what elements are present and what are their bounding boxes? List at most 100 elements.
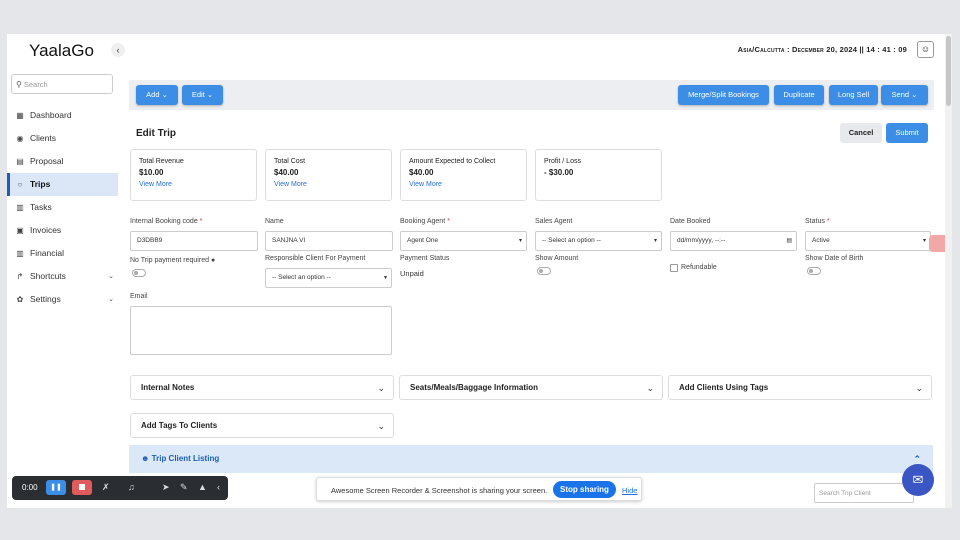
refundable-checkbox[interactable] <box>670 264 678 272</box>
screen-share-bar: Awesome Screen Recorder & Screenshot is … <box>316 477 642 501</box>
date-booked-label: Date Booked <box>670 218 711 225</box>
seats-meals-accordion[interactable]: Seats/Meals/Baggage Information ⌄ <box>399 375 663 400</box>
payment-status-value: Unpaid <box>400 269 424 278</box>
pause-button[interactable]: ❚❚ <box>46 480 66 495</box>
chat-icon[interactable]: ✉ <box>902 464 934 496</box>
amount-expected-card: Amount Expected to Collect $40.00 View M… <box>400 149 527 201</box>
sidebar-item-trips[interactable]: ○ Trips <box>7 173 118 196</box>
submit-button[interactable]: Submit <box>886 123 928 143</box>
card-label: Total Revenue <box>139 158 184 165</box>
clients-icon: ◉ <box>16 134 24 143</box>
view-more-link[interactable]: View More <box>139 181 248 188</box>
internal-notes-accordion[interactable]: Internal Notes ⌄ <box>130 375 394 400</box>
proposal-icon: ▤ <box>16 157 24 166</box>
sidebar-item-label: Clients <box>30 133 56 143</box>
show-dob-toggle[interactable] <box>807 267 821 275</box>
tasks-icon: ▥ <box>16 203 24 212</box>
view-more-link[interactable]: View More <box>274 181 383 188</box>
eraser-icon[interactable]: ▲ <box>198 482 207 492</box>
sidebar-search-input[interactable]: ⚲ Search <box>11 74 113 94</box>
add-tags-accordion[interactable]: Add Tags To Clients ⌄ <box>130 413 394 438</box>
dropdown-arrow-icon: ▾ <box>653 238 657 244</box>
feedback-side-tab[interactable] <box>929 235 945 252</box>
total-revenue-card: Total Revenue $10.00 View More <box>130 149 257 201</box>
chevron-down-icon: ⌄ <box>108 273 114 280</box>
camera-off-icon[interactable]: ✗ <box>102 482 110 493</box>
user-icon[interactable]: ☺ <box>917 41 934 58</box>
add-clients-tags-accordion[interactable]: Add Clients Using Tags ⌄ <box>668 375 932 400</box>
trip-client-listing-header[interactable]: ☻ Trip Client Listing ⌃ <box>129 445 933 473</box>
sidebar-item-settings[interactable]: ✿ Settings ⌄ <box>7 288 118 311</box>
sidebar-item-label: Tasks <box>30 202 52 212</box>
sidebar-nav: ▦ Dashboard ◉ Clients ▤ Proposal ○ Trips ▥ Ta… <box>7 104 118 311</box>
scrollbar-thumb[interactable] <box>946 36 951 106</box>
name-input[interactable]: SANJNA VI <box>265 231 393 251</box>
pen-icon[interactable]: ✎ <box>180 482 188 493</box>
long-sell-button[interactable]: Long Sell <box>829 85 878 105</box>
booking-code-label: Internal Booking code * <box>130 218 203 225</box>
show-dob-label: Show Date of Birth <box>805 255 864 262</box>
invoices-icon: ▣ <box>16 226 24 235</box>
shortcuts-icon: ↱ <box>16 272 24 281</box>
show-amount-toggle[interactable] <box>537 267 551 275</box>
responsible-client-label: Responsible Client For Payment <box>265 255 366 262</box>
chevron-down-icon: ⌄ <box>915 383 923 393</box>
sidebar-item-invoices[interactable]: ▣ Invoices <box>7 219 118 242</box>
stop-button[interactable] <box>72 480 92 495</box>
card-value: $40.00 <box>409 168 434 177</box>
edit-button[interactable]: Edit ⌄ <box>182 85 223 105</box>
sidebar-item-shortcuts[interactable]: ↱ Shortcuts ⌄ <box>7 265 118 288</box>
view-more-link[interactable]: View More <box>409 181 518 188</box>
calendar-icon: ▤ <box>786 238 792 244</box>
dropdown-arrow-icon: ▾ <box>922 238 926 244</box>
share-message: Awesome Screen Recorder & Screenshot is … <box>331 486 548 495</box>
dropdown-arrow-icon: ▾ <box>518 238 522 244</box>
sidebar: ⚲ Search ▦ Dashboard ◉ Clients ▤ Proposal ○ T… <box>7 66 125 508</box>
card-label: Profit / Loss <box>544 158 581 165</box>
sales-agent-label: Sales Agent <box>535 218 573 225</box>
sidebar-item-tasks[interactable]: ▥ Tasks <box>7 196 118 219</box>
mic-off-icon[interactable]: ♫ <box>128 482 135 492</box>
no-trip-payment-label: No Trip payment required ● <box>130 257 216 264</box>
booking-agent-select[interactable]: Agent One ▾ <box>400 231 527 251</box>
chevron-down-icon: ⌄ <box>108 296 114 303</box>
responsible-client-select[interactable]: -- Select an option -- ▾ <box>265 268 392 288</box>
sidebar-item-proposal[interactable]: ▤ Proposal <box>7 150 118 173</box>
add-button[interactable]: Add ⌄ <box>136 85 178 105</box>
page-scrollbar[interactable] <box>945 34 952 508</box>
merge-split-button[interactable]: Merge/Split Bookings <box>678 85 769 105</box>
sidebar-item-financial[interactable]: ▥ Financial <box>7 242 118 265</box>
sales-agent-select[interactable]: -- Select an option -- ▾ <box>535 231 662 251</box>
booking-code-input[interactable]: D3DBB9 <box>130 231 258 251</box>
collapse-sidebar-icon[interactable]: ‹ <box>111 43 125 57</box>
payment-status-label: Payment Status <box>400 255 450 262</box>
no-trip-payment-toggle[interactable] <box>132 269 146 277</box>
timezone-clock: Asia/Calcutta : December 20, 2024 || 14 … <box>737 45 907 54</box>
hide-link[interactable]: Hide <box>622 486 637 495</box>
recorder-timer: 0:00 <box>22 483 38 492</box>
total-cost-card: Total Cost $40.00 View More <box>265 149 392 201</box>
info-icon: ● <box>210 257 216 264</box>
search-trip-client-input[interactable]: Search Trip Client <box>814 483 914 503</box>
cancel-button[interactable]: Cancel <box>840 123 882 143</box>
stop-sharing-button[interactable]: Stop sharing <box>553 481 616 498</box>
sidebar-item-label: Dashboard <box>30 110 72 120</box>
sidebar-item-dashboard[interactable]: ▦ Dashboard <box>7 104 118 127</box>
chevron-down-icon: ⌄ <box>646 383 654 393</box>
card-value: $40.00 <box>274 168 299 177</box>
top-bar: YaalaGo ‹ Asia/Calcutta : December 20, 2… <box>7 34 952 66</box>
sidebar-item-clients[interactable]: ◉ Clients <box>7 127 118 150</box>
app-logo[interactable]: YaalaGo <box>29 41 94 61</box>
collapse-icon[interactable]: ‹ <box>217 482 220 492</box>
duplicate-button[interactable]: Duplicate <box>774 85 824 105</box>
recorder-toolbar: 0:00 ❚❚ ✗ ♫ ➤ ✎ ▲ ‹ <box>12 476 228 500</box>
chevron-down-icon: ⌄ <box>377 383 385 393</box>
date-booked-input[interactable]: dd/mm/yyyy, --:-- ▤ <box>670 231 797 251</box>
cursor-icon[interactable]: ➤ <box>162 482 170 493</box>
page-title: Edit Trip <box>136 128 176 139</box>
email-textarea[interactable] <box>130 306 392 355</box>
send-button[interactable]: Send ⌄ <box>881 85 928 105</box>
users-icon: ☻ <box>141 454 150 463</box>
status-select[interactable]: Active ▾ <box>805 231 931 251</box>
app-window: YaalaGo ‹ Asia/Calcutta : December 20, 2… <box>7 34 952 508</box>
